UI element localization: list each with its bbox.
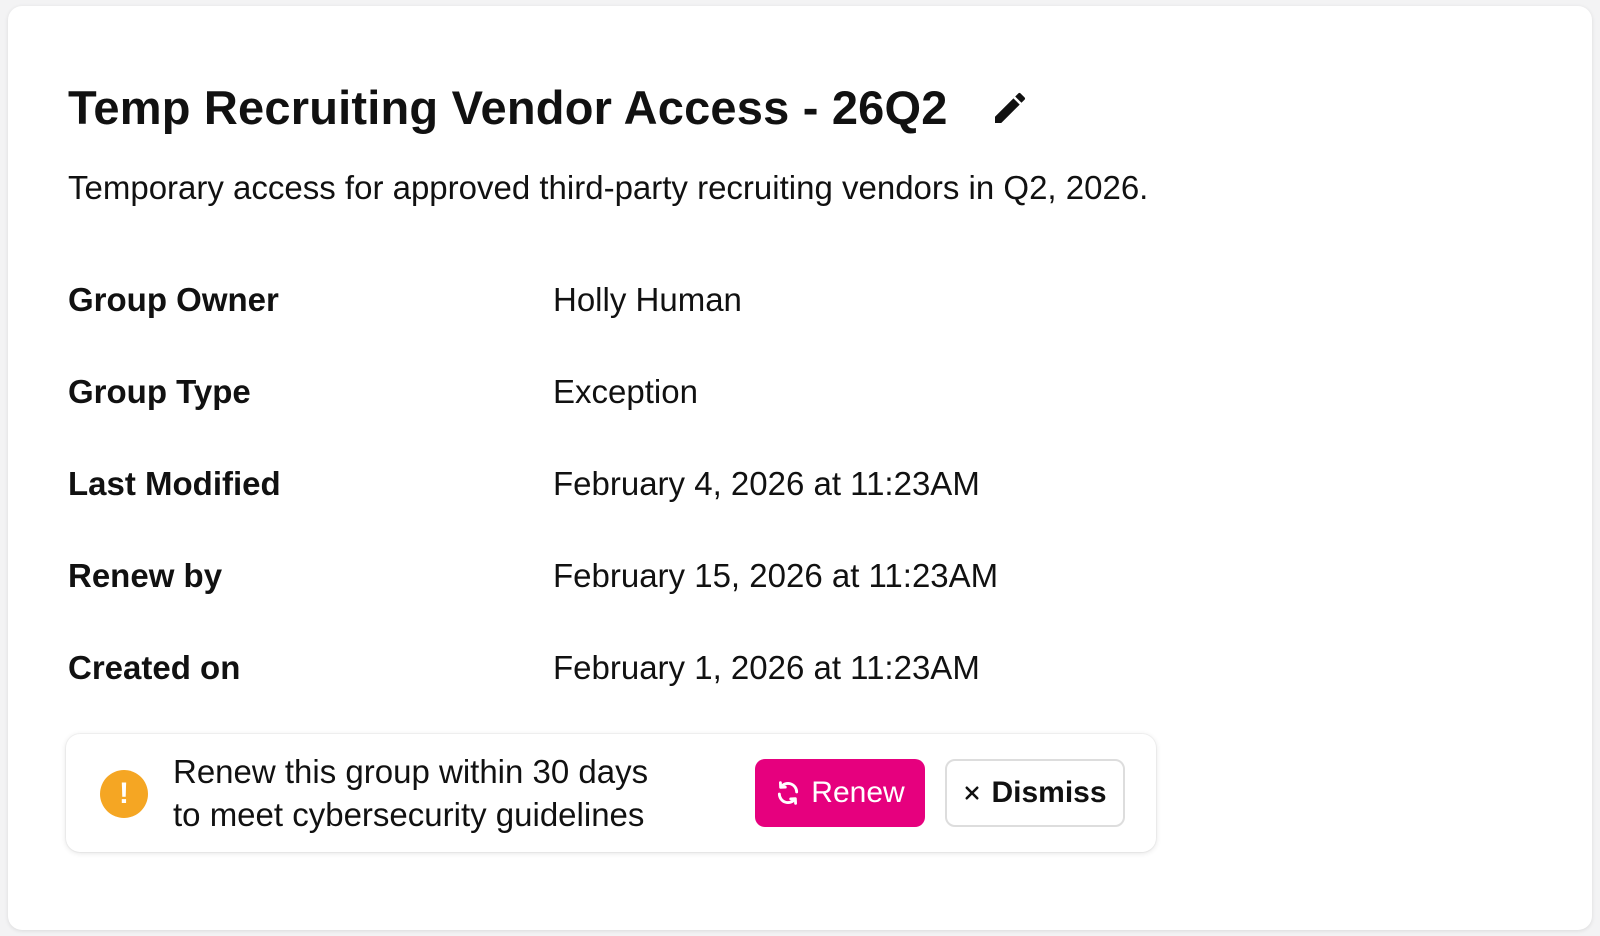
- detail-row-owner: Group Owner Holly Human: [68, 272, 1168, 364]
- detail-label: Renew by: [68, 557, 223, 594]
- detail-label: Group Owner: [68, 281, 279, 318]
- detail-row-created-on: Created on February 1, 2026 at 11:23AM: [68, 640, 1168, 732]
- detail-label: Last Modified: [68, 465, 281, 502]
- dismiss-button[interactable]: Dismiss: [945, 759, 1125, 827]
- detail-row-last-modified: Last Modified February 4, 2026 at 11:23A…: [68, 456, 1168, 548]
- detail-value: February 4, 2026 at 11:23AM: [553, 465, 980, 502]
- notice-line-2: to meet cybersecurity guidelines: [173, 796, 645, 833]
- edit-title-button[interactable]: [986, 84, 1034, 132]
- detail-value: Holly Human: [553, 281, 742, 318]
- detail-value: February 15, 2026 at 11:23AM: [553, 557, 999, 594]
- title-row: Temp Recruiting Vendor Access - 26Q2: [68, 76, 1034, 140]
- close-icon: [963, 784, 981, 802]
- group-details-card: Temp Recruiting Vendor Access - 26Q2 Tem…: [8, 6, 1592, 930]
- notice-message: Renew this group within 30 days to meet …: [173, 750, 733, 836]
- detail-row-type: Group Type Exception: [68, 364, 1168, 456]
- detail-label: Group Type: [68, 373, 251, 410]
- pencil-icon: [994, 92, 1025, 123]
- page-title: Temp Recruiting Vendor Access - 26Q2: [68, 81, 948, 134]
- group-description: Temporary access for approved third-part…: [68, 169, 1149, 206]
- detail-value: February 1, 2026 at 11:23AM: [553, 649, 980, 686]
- detail-value: Exception: [553, 373, 698, 410]
- details-list: Group Owner Holly Human Group Type Excep…: [68, 272, 1168, 732]
- renewal-notice: ! Renew this group within 30 days to mee…: [66, 734, 1156, 852]
- refresh-icon: [775, 780, 801, 806]
- detail-label: Created on: [68, 649, 241, 686]
- detail-row-renew-by: Renew by February 15, 2026 at 11:23AM: [68, 548, 1168, 640]
- notice-line-1: Renew this group within 30 days: [173, 753, 649, 790]
- dismiss-button-label: Dismiss: [991, 776, 1107, 809]
- renew-button-label: Renew: [811, 776, 905, 809]
- renew-button[interactable]: Renew: [755, 759, 925, 827]
- warning-icon: !: [100, 770, 148, 818]
